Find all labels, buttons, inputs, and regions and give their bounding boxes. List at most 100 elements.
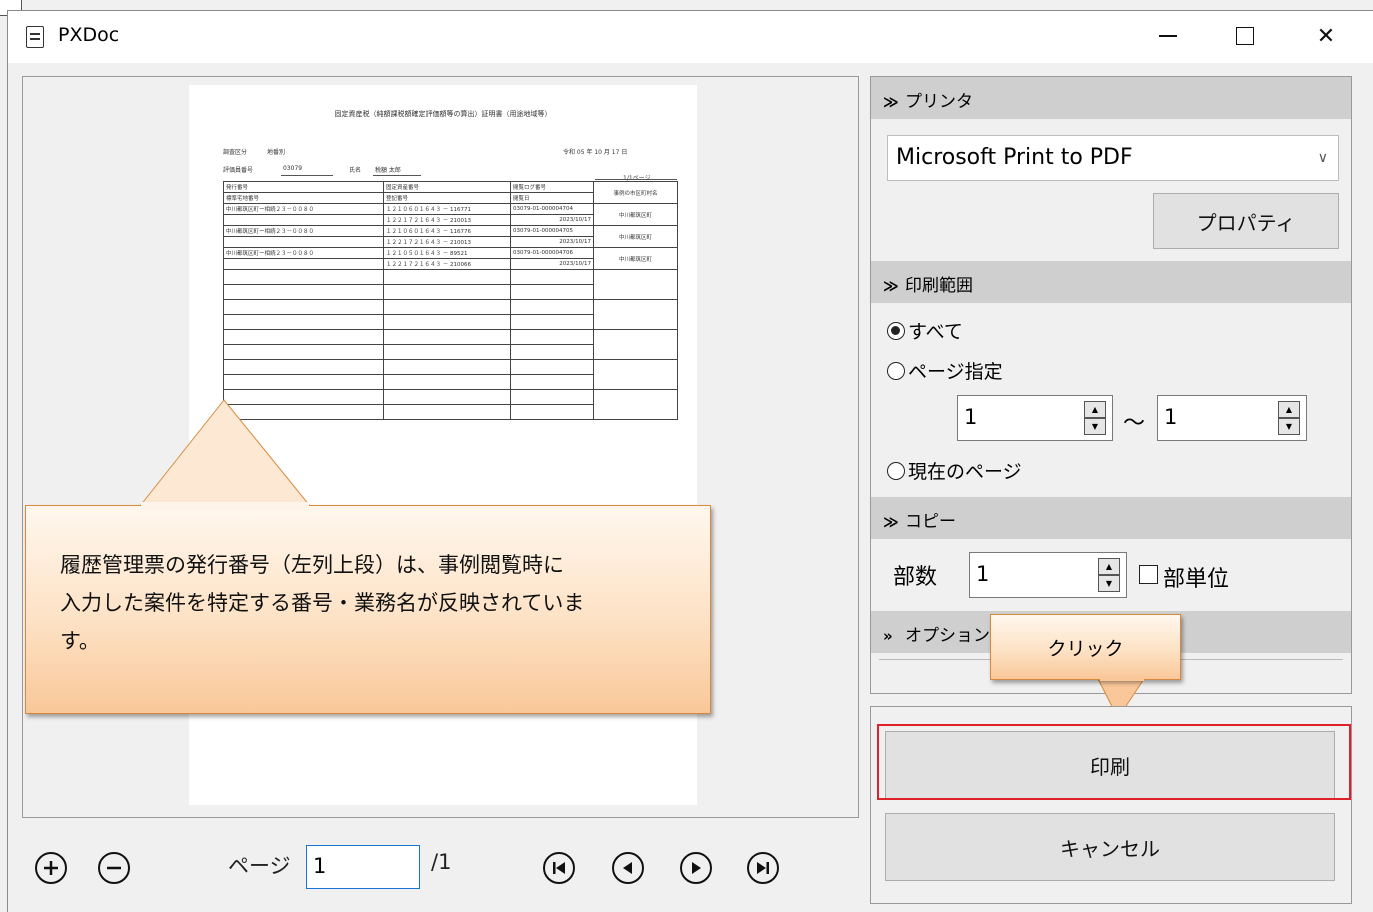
doc-name-label: 氏名 — [349, 167, 362, 174]
table-cell: 03079-01-000004706 — [510, 247, 594, 259]
spin-up-icon[interactable]: ▲ — [1098, 558, 1120, 575]
range-pages-radio[interactable]: ページ指定 — [887, 357, 1003, 384]
last-page-icon — [757, 862, 769, 874]
minus-icon — [107, 866, 121, 870]
range-current-radio[interactable]: 現在のページ — [887, 457, 1022, 484]
table-cell: １２１０５０１６４３ － 89521 — [383, 247, 511, 259]
range-all-radio[interactable]: すべて — [887, 317, 963, 344]
collapse-chevron-icon: ≫ — [883, 513, 899, 531]
table-cell — [223, 236, 384, 248]
collate-checkbox[interactable] — [1139, 565, 1158, 584]
print-button[interactable]: 印刷 — [885, 731, 1335, 799]
first-page-icon — [553, 862, 565, 874]
doc-date: 令和 05 年 10 月 17 日 — [563, 149, 628, 156]
underline — [595, 179, 677, 180]
next-page-button[interactable] — [680, 852, 712, 884]
table-row: 中川都筑区町ー相続２３－００８０ １２１０６０１６４３ － 116771 030… — [223, 203, 678, 226]
underline — [373, 175, 421, 176]
document-title: 固定資産税（純額課税額確定評価額等の算出）証明書（用途地域等） — [334, 110, 552, 118]
table-row: 中川都筑区町ー相続２３－００８０ １２１０６０１６４３ － 116776 030… — [223, 225, 678, 248]
print-options-panel: ≫ プリンタ Microsoft Print to PDF ∨ プロパティ ≫ 印刷… — [870, 76, 1352, 694]
collapse-chevron-icon: ≫ — [883, 93, 899, 111]
plus-icon — [44, 861, 58, 875]
radio-selected-icon — [887, 321, 905, 340]
table-cell — [223, 214, 384, 226]
spin-down-icon[interactable]: ▼ — [1278, 418, 1300, 435]
table-header: 閲覧日 — [510, 192, 594, 204]
action-panel: 印刷 キャンセル — [870, 706, 1352, 904]
table-row: 中川都筑区町ー相続２３－００８０ １２１０５０１６４３ － 89521 0307… — [223, 247, 678, 270]
printer-select[interactable]: Microsoft Print to PDF ∨ — [887, 135, 1339, 181]
underline — [281, 175, 333, 176]
spin-down-icon[interactable]: ▼ — [1098, 575, 1120, 592]
table-row — [223, 299, 678, 330]
doc-section-value: 地番別 — [267, 149, 286, 156]
doc-name-value: 税額 太郎 — [375, 167, 401, 174]
spin-up-icon[interactable]: ▲ — [1084, 401, 1106, 418]
table-header: 発行番号 — [223, 181, 384, 193]
range-from-value: 1 — [964, 405, 978, 429]
previous-page-button[interactable] — [612, 852, 644, 884]
table-row: 発行番号 固定資産番号 閲覧ログ番号 事例の市区町村名 — [223, 181, 678, 204]
explanation-callout: 履歴管理票の発行番号（左列上段）は、事例閲覧時に 入力した案件を特定する番号・業… — [25, 505, 711, 714]
minimize-icon — [1159, 35, 1177, 37]
last-page-button[interactable] — [747, 852, 779, 884]
section-title: 印刷範囲 — [905, 276, 973, 296]
radio-icon — [887, 461, 905, 480]
zoom-in-button[interactable] — [35, 852, 67, 884]
table-cell: 中川都筑区町 — [593, 203, 678, 226]
table-cell: １２２１７２１６４３ － 210066 — [383, 258, 511, 270]
range-to-input[interactable]: 1 ▲ ▼ — [1157, 395, 1307, 441]
cancel-button[interactable]: キャンセル — [885, 813, 1335, 881]
table-cell: １２２１７２１６４３ － 210013 — [383, 236, 511, 248]
table-cell: 03079-01-000004705 — [510, 225, 594, 237]
previous-page-icon — [623, 862, 632, 874]
table-header: 登記番号 — [383, 192, 511, 204]
first-page-button[interactable] — [543, 852, 575, 884]
table-cell: 中川都筑区町ー相続２３－００８０ — [223, 203, 384, 215]
table-cell: 03079-01-000004704 — [510, 203, 594, 215]
section-title: オプション — [905, 626, 990, 646]
section-title: プリンタ — [905, 92, 973, 112]
maximize-button[interactable] — [1210, 11, 1280, 61]
section-title: コピー — [905, 512, 956, 532]
zoom-out-button[interactable] — [98, 852, 130, 884]
collapse-chevron-icon: ≫ — [883, 277, 899, 295]
range-section-header[interactable]: ≫ 印刷範囲 — [871, 261, 1351, 303]
document-table: 発行番号 固定資産番号 閲覧ログ番号 事例の市区町村名 標準宅地番号 登記番号 … — [223, 181, 678, 420]
spin-down-icon[interactable]: ▼ — [1084, 418, 1106, 435]
range-tilde: ～ — [1123, 411, 1146, 436]
table-row — [223, 359, 678, 390]
radio-label: すべて — [908, 321, 963, 343]
table-cell: 2023/10/17 — [510, 214, 594, 226]
callout-line: 入力した案件を特定する番号・業務名が反映されていま — [60, 591, 585, 615]
expand-chevron-icon: » — [883, 627, 893, 645]
spin-buttons: ▲ ▼ — [1278, 401, 1300, 435]
collate-label: 部単位 — [1163, 567, 1230, 592]
next-page-icon — [692, 862, 701, 874]
table-cell: 中川都筑区町 — [593, 225, 678, 248]
title-bar: PXDoc ✕ — [8, 11, 1373, 63]
minimize-button[interactable] — [1133, 11, 1203, 61]
window-title: PXDoc — [58, 24, 120, 46]
printer-section-header[interactable]: ≫ プリンタ — [871, 77, 1351, 119]
table-cell: 2023/10/17 — [510, 258, 594, 270]
properties-button[interactable]: プロパティ — [1153, 193, 1339, 249]
table-header: 事例の市区町村名 — [593, 181, 678, 204]
range-from-input[interactable]: 1 ▲ ▼ — [957, 395, 1113, 441]
table-cell: １２１０６０１６４３ － 116771 — [383, 203, 511, 215]
spin-buttons: ▲ ▼ — [1098, 558, 1120, 592]
close-button[interactable]: ✕ — [1291, 11, 1361, 61]
table-row — [223, 269, 678, 300]
printer-selected-value: Microsoft Print to PDF — [896, 145, 1133, 170]
page-label: ページ — [228, 854, 291, 878]
spin-up-icon[interactable]: ▲ — [1278, 401, 1300, 418]
table-cell: １２２１７２１６４３ － 210013 — [383, 214, 511, 226]
page-number-input[interactable]: 1 — [306, 845, 420, 889]
callout-line: 履歴管理票の発行番号（左列上段）は、事例閲覧時に — [60, 553, 564, 577]
copy-section-header[interactable]: ≫ コピー — [871, 497, 1351, 539]
table-cell: 中川都筑区町ー相続２３－００８０ — [223, 247, 384, 259]
table-row — [223, 329, 678, 360]
copies-input[interactable]: 1 ▲ ▼ — [969, 552, 1127, 598]
copies-value: 1 — [976, 562, 990, 586]
